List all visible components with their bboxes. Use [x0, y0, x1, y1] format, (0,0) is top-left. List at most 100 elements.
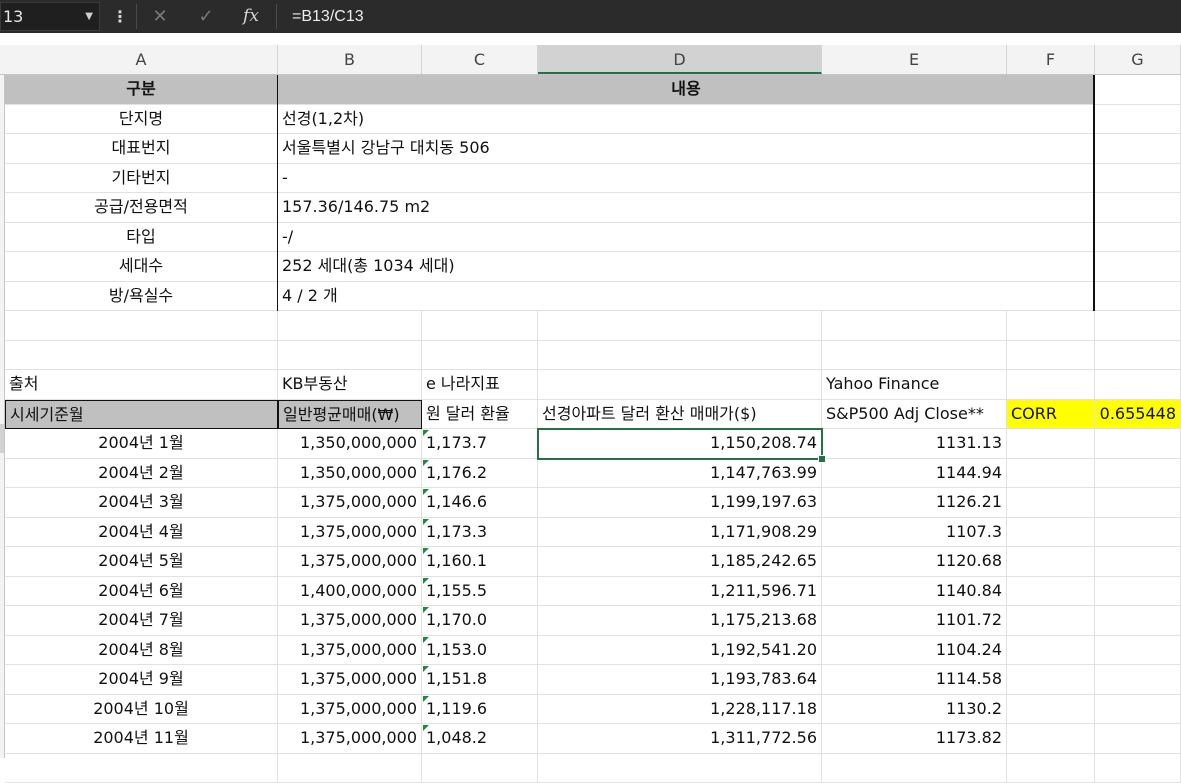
empty-cell[interactable]: [1095, 164, 1181, 193]
empty-cell[interactable]: [1095, 193, 1181, 223]
sp500-cell[interactable]: 1126.21: [822, 488, 1007, 518]
info-header-content[interactable]: 내용: [278, 75, 1095, 105]
info-label[interactable]: 타입: [5, 223, 278, 252]
empty-cell[interactable]: [1095, 665, 1181, 695]
empty-cell[interactable]: [1095, 252, 1181, 282]
empty-cell[interactable]: [1007, 577, 1095, 606]
formula-input[interactable]: =B13/C13: [292, 0, 364, 33]
exchange-rate-cell[interactable]: 1,146.6: [422, 488, 538, 518]
empty-cell[interactable]: [1007, 665, 1095, 695]
sp500-cell[interactable]: 1144.94: [822, 459, 1007, 488]
header-usd-price[interactable]: 선경아파트 달러 환산 매매가($): [538, 400, 822, 429]
price-usd-cell[interactable]: 1,150,208.74: [538, 429, 822, 459]
month-cell[interactable]: 2004년 10월: [5, 695, 278, 724]
price-usd-cell[interactable]: 1,185,242.65: [538, 547, 822, 577]
sp500-cell[interactable]: 1130.2: [822, 695, 1007, 724]
empty-cell[interactable]: [822, 754, 1007, 783]
header-avg-price[interactable]: 일반평균매매(₩): [278, 400, 422, 429]
exchange-rate-cell[interactable]: 1,151.8: [422, 665, 538, 695]
month-cell[interactable]: 2004년 8월: [5, 636, 278, 665]
empty-cell[interactable]: [422, 754, 538, 783]
empty-cell[interactable]: [1007, 341, 1095, 370]
column-header-c[interactable]: C: [422, 45, 538, 74]
price-krw-cell[interactable]: 1,375,000,000: [278, 724, 422, 754]
header-month[interactable]: 시세기준월: [5, 400, 278, 429]
empty-cell[interactable]: [538, 370, 822, 400]
exchange-rate-cell[interactable]: 1,176.2: [422, 459, 538, 488]
name-box[interactable]: 13 ▼: [0, 2, 100, 31]
price-usd-cell[interactable]: 1,228,117.18: [538, 695, 822, 724]
price-usd-cell[interactable]: 1,175,213.68: [538, 606, 822, 636]
info-value[interactable]: 선경(1,2차): [278, 105, 1095, 134]
empty-cell[interactable]: [1007, 724, 1095, 754]
exchange-rate-cell[interactable]: 1,153.0: [422, 636, 538, 665]
empty-cell[interactable]: [822, 311, 1007, 341]
empty-cell[interactable]: [1095, 724, 1181, 754]
corr-label[interactable]: CORR: [1007, 400, 1095, 429]
empty-cell[interactable]: [278, 341, 422, 370]
price-krw-cell[interactable]: 1,375,000,000: [278, 547, 422, 577]
header-exchange-rate[interactable]: 원 달러 환율: [422, 400, 538, 429]
cancel-icon[interactable]: ✕: [148, 0, 172, 33]
column-header-e[interactable]: E: [822, 45, 1007, 74]
price-usd-cell[interactable]: 1,147,763.99: [538, 459, 822, 488]
empty-cell[interactable]: [1007, 606, 1095, 636]
price-usd-cell[interactable]: 1,171,908.29: [538, 518, 822, 547]
empty-cell[interactable]: [1007, 547, 1095, 577]
empty-cell[interactable]: [278, 754, 422, 783]
month-cell[interactable]: 2004년 9월: [5, 665, 278, 695]
empty-cell[interactable]: [1095, 134, 1181, 164]
dropdown-caret-icon[interactable]: ▼: [85, 3, 93, 30]
empty-cell[interactable]: [1095, 547, 1181, 577]
column-header-b[interactable]: B: [278, 45, 422, 74]
price-krw-cell[interactable]: 1,375,000,000: [278, 606, 422, 636]
exchange-rate-cell[interactable]: 1,048.2: [422, 724, 538, 754]
info-label[interactable]: 세대수: [5, 252, 278, 282]
info-value[interactable]: 252 세대(총 1034 세대): [278, 252, 1095, 282]
info-label[interactable]: 방/욕실수: [5, 282, 278, 311]
empty-cell[interactable]: [1095, 606, 1181, 636]
sp500-cell[interactable]: 1173.82: [822, 724, 1007, 754]
month-cell[interactable]: 2004년 5월: [5, 547, 278, 577]
empty-cell[interactable]: [538, 341, 822, 370]
empty-cell[interactable]: [5, 754, 278, 783]
month-cell[interactable]: 2004년 6월: [5, 577, 278, 606]
info-value[interactable]: 4 / 2 개: [278, 282, 1095, 311]
price-krw-cell[interactable]: 1,375,000,000: [278, 695, 422, 724]
source-label[interactable]: 출처: [5, 370, 278, 400]
empty-cell[interactable]: [1007, 636, 1095, 665]
month-cell[interactable]: 2004년 11월: [5, 724, 278, 754]
empty-cell[interactable]: [1007, 429, 1095, 459]
price-krw-cell[interactable]: 1,375,000,000: [278, 636, 422, 665]
empty-cell[interactable]: [1007, 459, 1095, 488]
sp500-cell[interactable]: 1114.58: [822, 665, 1007, 695]
empty-cell[interactable]: [1007, 370, 1095, 400]
empty-cell[interactable]: [1095, 488, 1181, 518]
column-header-f[interactable]: F: [1007, 45, 1095, 74]
header-sp500[interactable]: S&P500 Adj Close**: [822, 400, 1007, 429]
month-cell[interactable]: 2004년 2월: [5, 459, 278, 488]
price-krw-cell[interactable]: 1,375,000,000: [278, 518, 422, 547]
info-header-category[interactable]: 구분: [5, 75, 278, 105]
info-label[interactable]: 공급/전용면적: [5, 193, 278, 223]
corr-value[interactable]: 0.655448: [1095, 400, 1181, 429]
price-usd-cell[interactable]: 1,211,596.71: [538, 577, 822, 606]
empty-cell[interactable]: [5, 341, 278, 370]
sp500-cell[interactable]: 1104.24: [822, 636, 1007, 665]
month-cell[interactable]: 2004년 3월: [5, 488, 278, 518]
empty-cell[interactable]: [1007, 754, 1095, 783]
source-enara[interactable]: e 나라지표: [422, 370, 538, 400]
exchange-rate-cell[interactable]: 1,160.1: [422, 547, 538, 577]
column-header-d[interactable]: D: [538, 45, 822, 74]
insert-function-icon[interactable]: fx: [238, 0, 264, 33]
sp500-cell[interactable]: 1107.3: [822, 518, 1007, 547]
column-header-g[interactable]: G: [1095, 45, 1181, 74]
price-krw-cell[interactable]: 1,375,000,000: [278, 665, 422, 695]
price-krw-cell[interactable]: 1,375,000,000: [278, 488, 422, 518]
empty-cell[interactable]: [1095, 518, 1181, 547]
empty-cell[interactable]: [5, 311, 278, 341]
price-krw-cell[interactable]: 1,400,000,000: [278, 577, 422, 606]
empty-cell[interactable]: [422, 341, 538, 370]
empty-cell[interactable]: [1095, 429, 1181, 459]
empty-cell[interactable]: [1095, 311, 1181, 341]
